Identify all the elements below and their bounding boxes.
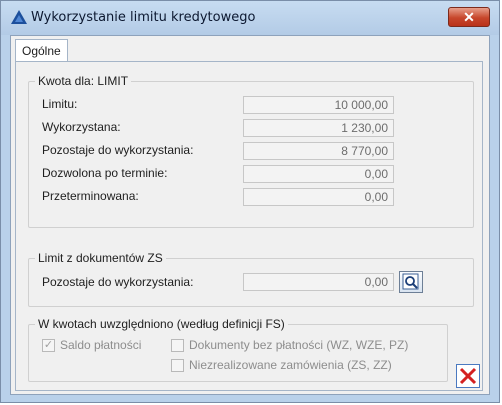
- used-field[interactable]: 1 230,00: [243, 119, 394, 137]
- limit-group-legend: Kwota dla: LIMIT: [35, 74, 132, 88]
- close-button[interactable]: ✕: [448, 7, 490, 27]
- dialog-window: Wykorzystanie limitu kredytowego ✕ Ogóln…: [0, 0, 500, 403]
- included-group-legend: W kwotach uwzględniono (według definicji…: [35, 317, 288, 331]
- unrealized-orders-label: Niezrealizowane zamówienia (ZS, ZZ): [189, 358, 392, 372]
- docs-without-payment-checkbox[interactable]: [171, 339, 184, 352]
- remaining-label: Pozostaje do wykorzystania:: [42, 143, 194, 157]
- limit-group: Kwota dla: LIMIT Limitu: 10 000,00 Wykor…: [28, 74, 474, 228]
- app-logo-icon: [11, 10, 27, 24]
- allowed-overdue-label: Dozwolona po terminie:: [42, 166, 168, 180]
- zs-limit-group: Limit z dokumentów ZS Pozostaje do wykor…: [28, 251, 474, 307]
- tab-ogolne[interactable]: Ogólne: [15, 39, 68, 62]
- cancel-icon: [459, 367, 477, 385]
- allowed-overdue-field[interactable]: 0,00: [243, 165, 394, 183]
- overdue-field[interactable]: 0,00: [243, 188, 394, 206]
- dialog-client-area: Ogólne Kwota dla: LIMIT Limitu: 10 000,0…: [10, 35, 490, 395]
- unrealized-orders-checkbox[interactable]: [171, 359, 184, 372]
- included-group: W kwotach uwzględniono (według definicji…: [28, 317, 448, 382]
- tab-panel: Kwota dla: LIMIT Limitu: 10 000,00 Wykor…: [15, 61, 483, 391]
- docs-without-payment-label: Dokumenty bez płatności (WZ, WZE, PZ): [189, 338, 409, 352]
- limit-field[interactable]: 10 000,00: [243, 96, 394, 114]
- used-label: Wykorzystana:: [42, 120, 121, 134]
- title-bar[interactable]: Wykorzystanie limitu kredytowego ✕: [1, 1, 499, 35]
- zs-remaining-field[interactable]: 0,00: [243, 273, 394, 291]
- zs-group-legend: Limit z dokumentów ZS: [35, 251, 166, 265]
- overdue-label: Przeterminowana:: [42, 189, 139, 203]
- lookup-button[interactable]: [399, 271, 423, 293]
- zs-remaining-label: Pozostaje do wykorzystania:: [42, 275, 194, 289]
- saldo-label: Saldo płatności: [60, 338, 142, 352]
- cancel-button[interactable]: [456, 364, 480, 388]
- close-icon: ✕: [463, 9, 475, 25]
- remaining-field[interactable]: 8 770,00: [243, 142, 394, 160]
- saldo-checkbox[interactable]: ✓: [42, 339, 55, 352]
- magnifier-icon: [402, 273, 419, 290]
- limit-label: Limitu:: [42, 97, 78, 111]
- window-title: Wykorzystanie limitu kredytowego: [31, 10, 256, 25]
